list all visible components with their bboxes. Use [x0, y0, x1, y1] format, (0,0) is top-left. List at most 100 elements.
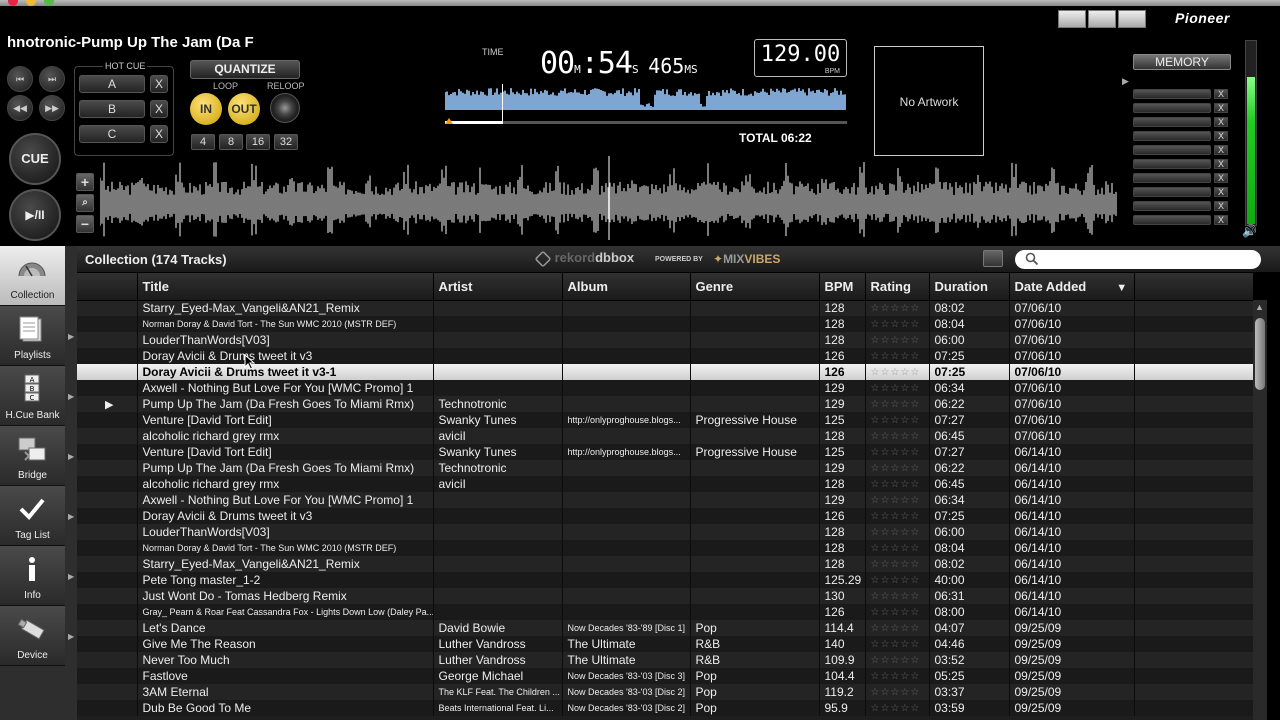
search-icon[interactable] [1025, 252, 1039, 266]
sidebar-item-collection[interactable]: Collection [0, 246, 65, 306]
sidebar-item-bridge[interactable]: Bridge [0, 426, 65, 486]
sidebar-expand-icon[interactable]: ▶ [68, 392, 74, 401]
memory-button[interactable]: MEMORY [1133, 54, 1231, 70]
hot-cue-a-button[interactable]: A [79, 75, 145, 93]
memory-slot[interactable] [1133, 187, 1211, 197]
table-row[interactable]: Never Too Much Luther Vandross The Ultimat… [77, 652, 1253, 668]
column-header-artist[interactable]: Artist [433, 273, 563, 301]
memory-slot[interactable] [1133, 215, 1211, 225]
column-header-duration[interactable]: Duration [929, 273, 1010, 301]
memory-slot-delete-button[interactable]: X [1214, 187, 1228, 197]
table-row[interactable]: Give Me The Reason Luther Vandross The Ult… [77, 636, 1253, 652]
table-row[interactable]: 3AM Eternal The KLF Feat. The Children ..… [77, 684, 1253, 700]
search-box[interactable] [1015, 250, 1261, 269]
sidebar-expand-icon[interactable]: ▶ [68, 452, 74, 461]
column-header-title[interactable]: Title [137, 273, 434, 301]
column-header-rating[interactable]: Rating [865, 273, 930, 301]
memory-slot[interactable] [1133, 89, 1211, 99]
memory-slot[interactable] [1133, 131, 1211, 141]
enlarged-waveform[interactable] [100, 156, 1118, 240]
scrollbar-thumb[interactable] [1255, 318, 1265, 390]
hot-cue-b-button[interactable]: B [79, 100, 145, 118]
beat-loop-4-button[interactable]: 4 [191, 134, 215, 150]
table-row[interactable]: Doray Avicii & Drums tweet it v3 126 ☆☆☆☆☆… [77, 508, 1253, 524]
table-row[interactable]: Starry_Eyed-Max_Vangeli&AN21_Remix 128 ☆☆☆… [77, 556, 1253, 572]
table-row[interactable]: Starry_Eyed-Max_Vangeli&AN21_Remix 128 ☆☆☆… [77, 300, 1253, 316]
table-row[interactable]: alcoholic richard grey rmx aviciI 128 ☆☆☆☆☆… [77, 428, 1253, 444]
view-mode-3-button[interactable] [1118, 10, 1146, 28]
search-input[interactable] [1049, 252, 1249, 267]
table-row[interactable]: Pete Tong master_1-2 125.29 ☆☆☆☆☆ 40:00 06/1… [77, 572, 1253, 588]
play-pause-button[interactable]: ▶/II [9, 189, 61, 241]
sidebar-item-h-cue-bank[interactable]: A B C H.Cue Bank [0, 366, 65, 426]
hot-cue-b-delete-button[interactable]: X [150, 100, 168, 118]
zoom-in-icon[interactable]: + [76, 173, 94, 191]
memory-slot[interactable] [1133, 201, 1211, 211]
loop-in-button[interactable]: IN [190, 93, 222, 125]
memory-slot[interactable] [1133, 173, 1211, 183]
hot-cue-c-button[interactable]: C [79, 125, 145, 143]
sidebar-item-playlists[interactable]: Playlists [0, 306, 65, 366]
table-row[interactable]: LouderThanWords[V03] 128 ☆☆☆☆☆ 06:00 07/06/1… [77, 332, 1253, 348]
column-header-genre[interactable]: Genre [690, 273, 820, 301]
table-row[interactable]: alcoholic richard grey rmx aviciI 128 ☆☆☆☆☆… [77, 476, 1253, 492]
memory-slot-delete-button[interactable]: X [1214, 103, 1228, 113]
table-row[interactable]: ▶ Pump Up The Jam (Da Fresh Goes To Miami… [77, 396, 1253, 412]
table-row[interactable]: Norman Doray & David Tort - The Sun WMC … [77, 316, 1253, 332]
memory-slot-delete-button[interactable]: X [1214, 117, 1228, 127]
table-row[interactable]: Let's Dance David Bowie Now Decades '83-'8… [77, 620, 1253, 636]
table-row[interactable]: LouderThanWords[V03] 128 ☆☆☆☆☆ 06:00 06/14/1… [77, 524, 1253, 540]
memory-slot-delete-button[interactable]: X [1214, 159, 1228, 169]
memory-slot[interactable] [1133, 159, 1211, 169]
table-row[interactable]: Axwell - Nothing But Love For You [WMC P… [77, 380, 1253, 396]
quantize-button[interactable]: QUANTIZE [190, 60, 300, 79]
memory-slot[interactable] [1133, 117, 1211, 127]
table-row[interactable]: Just Wont Do - Tomas Hedberg Remix 130 ☆☆☆… [77, 588, 1253, 604]
sidebar-item-device[interactable]: Device [0, 606, 65, 666]
column-header-album[interactable]: Album [562, 273, 691, 301]
search-back-button[interactable]: ◀◀ [7, 95, 33, 121]
beat-loop-8-button[interactable]: 8 [219, 134, 243, 150]
table-row[interactable]: Pump Up The Jam (Da Fresh Goes To Miami … [77, 460, 1253, 476]
memory-slot-delete-button[interactable]: X [1214, 89, 1228, 99]
track-search-back-button[interactable]: ⏮ [7, 66, 33, 92]
table-scrollbar[interactable]: ▲ [1253, 300, 1267, 720]
view-mode-1-button[interactable] [1058, 10, 1086, 28]
time-mode-label[interactable]: TIME [482, 47, 504, 57]
memory-slot-delete-button[interactable]: X [1214, 173, 1228, 183]
reloop-button[interactable] [270, 93, 300, 123]
sort-descending-icon[interactable]: ▼ [1116, 282, 1127, 294]
cue-button[interactable]: CUE [9, 133, 61, 185]
sidebar-expand-icon[interactable]: ▶ [68, 332, 74, 341]
memory-slot-delete-button[interactable]: X [1214, 201, 1228, 211]
beat-loop-16-button[interactable]: 16 [246, 134, 270, 150]
beat-loop-32-button[interactable]: 32 [274, 134, 298, 150]
column-header-indicator[interactable] [77, 273, 138, 301]
table-row[interactable]: Fastlove George Michael Now Decades '83-'0… [77, 668, 1253, 684]
memory-slot-delete-button[interactable]: X [1214, 131, 1228, 141]
sidebar-expand-icon[interactable]: ▶ [68, 572, 74, 581]
scroll-up-icon[interactable]: ▲ [1255, 302, 1264, 312]
view-mode-2-button[interactable] [1088, 10, 1116, 28]
loop-out-button[interactable]: OUT [228, 93, 260, 125]
sidebar-item-tag-list[interactable]: Tag List [0, 486, 65, 546]
column-header-bpm[interactable]: BPM [819, 273, 866, 301]
memory-slot[interactable] [1133, 103, 1211, 113]
sidebar-expand-icon[interactable]: ▶ [68, 512, 74, 521]
memory-slot-delete-button[interactable]: X [1214, 145, 1228, 155]
table-row[interactable]: Dub Be Good To Me Beats International Fea… [77, 700, 1253, 716]
track-search-forward-button[interactable]: ⏭ [39, 66, 65, 92]
overview-waveform[interactable] [445, 84, 847, 124]
table-row[interactable]: Venture [David Tort Edit] Swanky Tunes htt… [77, 412, 1253, 428]
hot-cue-c-delete-button[interactable]: X [150, 125, 168, 143]
save-icon[interactable] [983, 250, 1003, 267]
table-row[interactable]: Venture [David Tort Edit] Swanky Tunes htt… [77, 444, 1253, 460]
table-row[interactable]: Gray_ Pearn & Roar Feat Cassandra Fox - … [77, 604, 1253, 620]
zoom-magnifier-icon[interactable]: ⌕ [76, 194, 94, 212]
table-row[interactable]: Axwell - Nothing But Love For You [WMC P… [77, 492, 1253, 508]
volume-icon[interactable]: 🔊 [1242, 224, 1257, 238]
column-header-date-added[interactable]: Date Added ▼ [1009, 273, 1135, 301]
sidebar-expand-icon[interactable]: ▶ [68, 632, 74, 641]
memory-slot-delete-button[interactable]: X [1214, 215, 1228, 225]
zoom-out-icon[interactable]: − [76, 215, 94, 233]
